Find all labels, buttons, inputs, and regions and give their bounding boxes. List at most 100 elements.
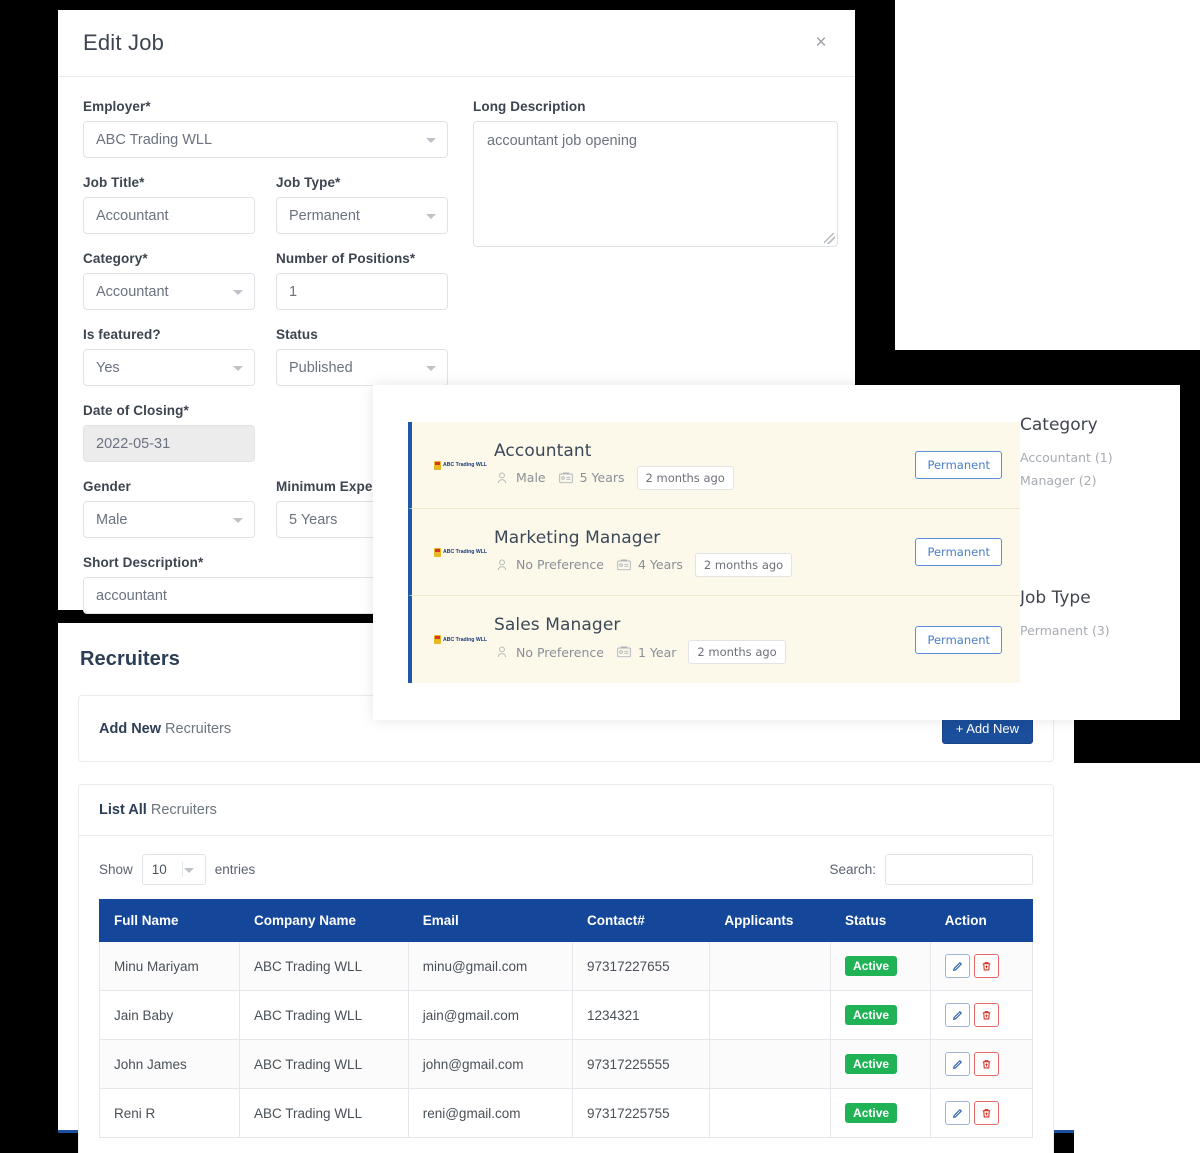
delete-button[interactable] bbox=[974, 1101, 999, 1125]
filter-group-title: Job Type bbox=[1020, 588, 1180, 608]
column-header-company-name[interactable]: Company Name bbox=[240, 900, 409, 942]
gender-select[interactable]: Male bbox=[83, 501, 255, 538]
date-of-closing-input[interactable]: 2022-05-31 bbox=[83, 425, 255, 462]
field-employer: Employer* ABC Trading WLL bbox=[83, 99, 448, 158]
field-positions: Number of Positions* 1 bbox=[276, 251, 448, 310]
jobs-list: ABC Trading WLLAccountantMale5 Years2 mo… bbox=[373, 385, 1020, 720]
filter-option[interactable]: Accountant (1) bbox=[1020, 450, 1180, 465]
job-card[interactable]: ABC Trading WLLAccountantMale5 Years2 mo… bbox=[408, 422, 1020, 509]
page-length-value: 10 bbox=[152, 862, 167, 877]
column-header-contact[interactable]: Contact# bbox=[573, 900, 710, 942]
cell-contact: 97317225555 bbox=[573, 1040, 710, 1089]
job-type-button[interactable]: Permanent bbox=[915, 626, 1002, 654]
delete-button[interactable] bbox=[974, 954, 999, 978]
status-value: Published bbox=[289, 360, 353, 376]
filter-group: CategoryAccountant (1)Manager (2) bbox=[1020, 415, 1180, 488]
gender-value: Male bbox=[96, 512, 127, 528]
edit-button[interactable] bbox=[945, 1101, 970, 1125]
long-description-textarea[interactable]: accountant job opening bbox=[473, 121, 838, 247]
cell-email: minu@gmail.com bbox=[408, 942, 572, 991]
job-title-input[interactable]: Accountant bbox=[83, 197, 255, 234]
short-description-value: accountant bbox=[96, 588, 167, 604]
resize-handle-icon[interactable] bbox=[824, 233, 835, 244]
category-select[interactable]: Accountant bbox=[83, 273, 255, 310]
job-title: Marketing Manager bbox=[494, 528, 915, 548]
field-is-featured: Is featured? Yes bbox=[83, 327, 255, 386]
field-job-title: Job Title* Accountant bbox=[83, 175, 255, 234]
search-label: Search: bbox=[829, 862, 876, 877]
page-title: Recruiters bbox=[80, 648, 180, 671]
column-header-status[interactable]: Status bbox=[831, 900, 931, 942]
cell-full-name: Jain Baby bbox=[100, 991, 240, 1040]
job-card[interactable]: ABC Trading WLLSales ManagerNo Preferenc… bbox=[408, 596, 1020, 683]
trash-icon bbox=[981, 1059, 992, 1070]
delete-button[interactable] bbox=[974, 1003, 999, 1027]
job-experience-text: 1 Year bbox=[638, 645, 676, 660]
employer-value: ABC Trading WLL bbox=[96, 132, 212, 148]
long-description-value: accountant job opening bbox=[487, 133, 637, 149]
cell-contact: 97317225755 bbox=[573, 1089, 710, 1138]
column-header-full-name[interactable]: Full Name bbox=[100, 900, 240, 942]
datatable-controls: Show 10 entries Search: bbox=[79, 836, 1053, 899]
experience-icon bbox=[616, 644, 632, 660]
table-row: Reni RABC Trading WLLreni@gmail.com97317… bbox=[100, 1089, 1033, 1138]
company-logo: ABC Trading WLL bbox=[434, 635, 486, 644]
field-category: Category* Accountant bbox=[83, 251, 255, 310]
edit-button[interactable] bbox=[945, 1003, 970, 1027]
page-title: Edit Job bbox=[83, 30, 164, 56]
list-all-rest-text: Recruiters bbox=[147, 802, 217, 818]
search-input[interactable] bbox=[885, 854, 1033, 885]
label-employer: Employer* bbox=[83, 99, 448, 114]
job-title: Accountant bbox=[494, 441, 915, 461]
filter-option[interactable]: Manager (2) bbox=[1020, 473, 1180, 488]
is-featured-select[interactable]: Yes bbox=[83, 349, 255, 386]
cell-email: john@gmail.com bbox=[408, 1040, 572, 1089]
cell-status: Active bbox=[831, 942, 931, 991]
label-category: Category* bbox=[83, 251, 255, 266]
trash-icon bbox=[981, 961, 992, 972]
status-select[interactable]: Published bbox=[276, 349, 448, 386]
field-status: Status Published bbox=[276, 327, 448, 386]
positions-input[interactable]: 1 bbox=[276, 273, 448, 310]
cell-applicants bbox=[710, 1089, 831, 1138]
company-logo-text: ABC Trading WLL bbox=[443, 462, 487, 468]
job-gender: No Preference bbox=[494, 557, 604, 573]
pencil-icon bbox=[952, 961, 963, 972]
person-icon bbox=[494, 644, 510, 660]
column-header-action[interactable]: Action bbox=[930, 900, 1032, 942]
cell-email: jain@gmail.com bbox=[408, 991, 572, 1040]
column-header-applicants[interactable]: Applicants bbox=[710, 900, 831, 942]
page-length-select[interactable]: 10 bbox=[142, 854, 206, 885]
cell-applicants bbox=[710, 1040, 831, 1089]
job-type-select[interactable]: Permanent bbox=[276, 197, 448, 234]
delete-button[interactable] bbox=[974, 1052, 999, 1076]
jobs-filter-sidebar: CategoryAccountant (1)Manager (2)Job Typ… bbox=[1020, 385, 1180, 720]
job-meta: No Preference1 Year2 months ago bbox=[494, 640, 915, 664]
employer-select[interactable]: ABC Trading WLL bbox=[83, 121, 448, 158]
logo-mark-icon bbox=[434, 635, 441, 644]
job-card-main: Sales ManagerNo Preference1 Year2 months… bbox=[486, 615, 915, 664]
job-card[interactable]: ABC Trading WLLMarketing ManagerNo Prefe… bbox=[408, 509, 1020, 596]
edit-button[interactable] bbox=[945, 954, 970, 978]
job-posted-chip: 2 months ago bbox=[637, 466, 734, 490]
row-job-title-type: Job Title* Accountant Job Type* Permanen… bbox=[83, 175, 448, 234]
close-icon[interactable]: × bbox=[811, 33, 831, 53]
column-header-email[interactable]: Email bbox=[408, 900, 572, 942]
status-badge: Active bbox=[845, 1005, 897, 1025]
screenshot-stage: Edit Job × Employer* ABC Trading WLL Job… bbox=[0, 0, 1200, 1153]
cell-status: Active bbox=[831, 1089, 931, 1138]
cell-contact: 97317227655 bbox=[573, 942, 710, 991]
status-badge: Active bbox=[845, 1103, 897, 1123]
chevron-down-icon bbox=[233, 518, 243, 523]
trash-icon bbox=[981, 1108, 992, 1119]
company-logo-badge: ABC Trading WLL bbox=[434, 635, 487, 644]
edit-button[interactable] bbox=[945, 1052, 970, 1076]
job-type-button[interactable]: Permanent bbox=[915, 451, 1002, 479]
filter-option[interactable]: Permanent (3) bbox=[1020, 623, 1180, 638]
select-divider bbox=[182, 862, 183, 877]
chevron-down-icon bbox=[426, 366, 436, 371]
job-type-button[interactable]: Permanent bbox=[915, 538, 1002, 566]
job-gender: No Preference bbox=[494, 644, 604, 660]
row-featured-status: Is featured? Yes Status Published bbox=[83, 327, 448, 386]
positions-value: 1 bbox=[289, 284, 297, 300]
